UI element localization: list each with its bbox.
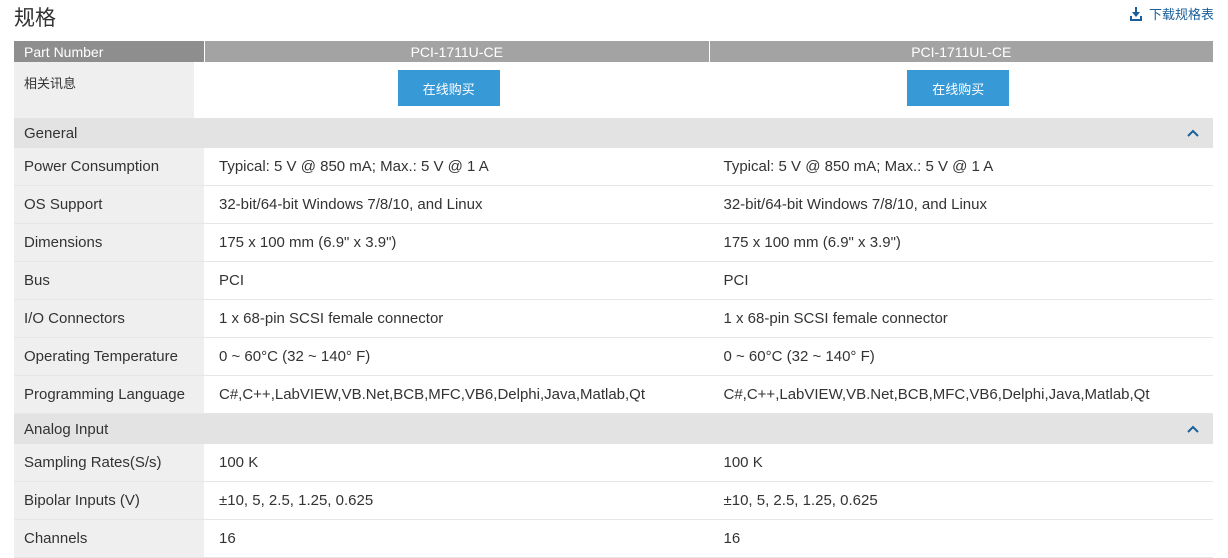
- section-title: General: [24, 124, 78, 142]
- row-label: OS Support: [14, 186, 204, 223]
- row-value: Typical: 5 V @ 850 mA; Max.: 5 V @ 1 A: [723, 158, 994, 175]
- section-title: Analog Input: [24, 420, 109, 438]
- table-row: Power Consumption Typical: 5 V @ 850 mA;…: [14, 148, 1213, 186]
- section-header-general[interactable]: General: [14, 118, 1213, 148]
- related-info-row: 相关讯息 在线购买 在线购买: [14, 62, 1213, 118]
- row-label: Bus: [14, 262, 204, 299]
- row-value: 1 x 68-pin SCSI female connector: [723, 310, 948, 327]
- section-header-analog-input[interactable]: Analog Input: [14, 414, 1213, 444]
- row-value: PCI: [723, 272, 749, 289]
- table-row: I/O Connectors 1 x 68-pin SCSI female co…: [14, 300, 1213, 338]
- table-row: Programming Language C#,C++,LabVIEW,VB.N…: [14, 376, 1213, 414]
- chevron-up-icon[interactable]: [1185, 421, 1201, 437]
- download-icon: [1129, 6, 1143, 21]
- model-name-2: PCI-1711UL-CE: [708, 41, 1214, 62]
- download-spec-label: 下载规格表: [1148, 8, 1214, 23]
- row-value: ±10, 5, 2.5, 1.25, 0.625: [723, 492, 878, 509]
- row-value: ±10, 5, 2.5, 1.25, 0.625: [219, 492, 374, 509]
- row-label: I/O Connectors: [14, 300, 204, 337]
- row-value: 100 K: [219, 454, 259, 471]
- row-value: 175 x 100 mm (6.9" x 3.9"): [723, 234, 901, 251]
- row-value: C#,C++,LabVIEW,VB.Net,BCB,MFC,VB6,Delphi…: [219, 386, 646, 403]
- row-value: Typical: 5 V @ 850 mA; Max.: 5 V @ 1 A: [219, 158, 489, 175]
- page-title: 规格: [14, 6, 56, 30]
- buy-online-button-1[interactable]: 在线购买: [397, 70, 500, 106]
- row-value: 0 ~ 60°C (32 ~ 140° F): [219, 348, 371, 365]
- related-info-label: 相关讯息: [14, 62, 194, 118]
- row-label: Dimensions: [14, 224, 204, 261]
- row-value: PCI: [219, 272, 245, 289]
- row-value: 16: [219, 530, 236, 547]
- table-row: Operating Temperature 0 ~ 60°C (32 ~ 140…: [14, 338, 1213, 376]
- part-number-label: Part Number: [14, 41, 204, 62]
- model-name-1: PCI-1711U-CE: [204, 41, 709, 62]
- table-row: Dimensions 175 x 100 mm (6.9" x 3.9") 17…: [14, 224, 1213, 262]
- row-value: 0 ~ 60°C (32 ~ 140° F): [723, 348, 875, 365]
- row-label: Channels: [14, 520, 204, 557]
- table-row: Sampling Rates(S/s) 100 K 100 K: [14, 444, 1213, 482]
- chevron-up-icon[interactable]: [1185, 125, 1201, 141]
- row-label: Sampling Rates(S/s): [14, 444, 204, 481]
- table-header-row: Part Number PCI-1711U-CE PCI-1711UL-CE: [14, 41, 1213, 62]
- row-value: 1 x 68-pin SCSI female connector: [219, 310, 444, 327]
- row-value: 32-bit/64-bit Windows 7/8/10, and Linux: [723, 196, 988, 213]
- table-row: Bipolar Inputs (V) ±10, 5, 2.5, 1.25, 0.…: [14, 482, 1213, 520]
- row-value: 16: [723, 530, 741, 547]
- spec-table: Part Number PCI-1711U-CE PCI-1711UL-CE 相…: [14, 41, 1213, 558]
- row-label: Programming Language: [14, 376, 204, 413]
- row-value: C#,C++,LabVIEW,VB.Net,BCB,MFC,VB6,Delphi…: [723, 386, 1150, 403]
- buy-cell-2: 在线购买: [704, 62, 1214, 118]
- row-label: Bipolar Inputs (V): [14, 482, 204, 519]
- row-value: 32-bit/64-bit Windows 7/8/10, and Linux: [219, 196, 483, 213]
- row-label: Operating Temperature: [14, 338, 204, 375]
- table-row: OS Support 32-bit/64-bit Windows 7/8/10,…: [14, 186, 1213, 224]
- row-label: Power Consumption: [14, 148, 204, 185]
- buy-cell-1: 在线购买: [194, 62, 704, 118]
- table-row: Bus PCI PCI: [14, 262, 1213, 300]
- download-spec-link[interactable]: 下载规格表: [1129, 4, 1214, 23]
- row-value: 175 x 100 mm (6.9" x 3.9"): [219, 234, 397, 251]
- row-value: 100 K: [723, 454, 763, 471]
- buy-online-button-2[interactable]: 在线购买: [907, 70, 1010, 106]
- table-row: Channels 16 16: [14, 520, 1213, 558]
